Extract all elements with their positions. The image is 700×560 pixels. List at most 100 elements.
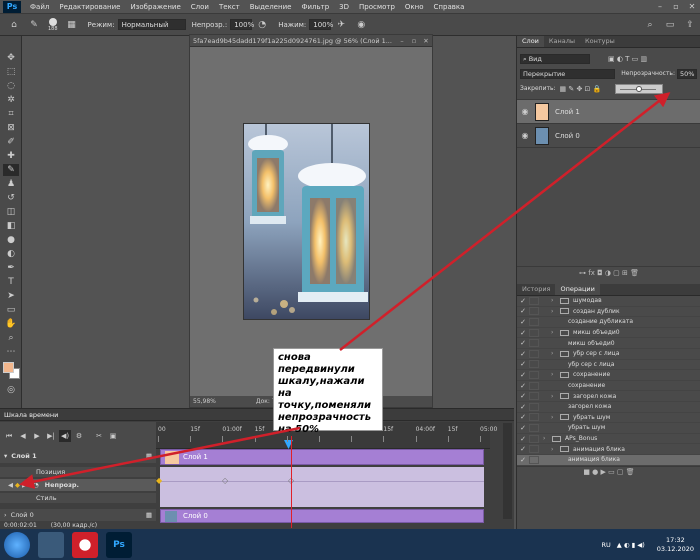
actions-footer-icons[interactable]: ■ ● ▶ ▭ ▢ 🗑 bbox=[583, 468, 634, 476]
stopwatch-icon[interactable]: ◔ bbox=[33, 481, 39, 489]
action-item[interactable]: ✓ анимация блика bbox=[517, 454, 700, 466]
dialog-toggle[interactable] bbox=[529, 445, 539, 454]
layer-kind-filter[interactable]: ⌕ Вид bbox=[520, 53, 590, 64]
expand-caret-icon[interactable]: › bbox=[543, 435, 552, 442]
zoom-level[interactable]: 55,98% bbox=[193, 398, 216, 405]
move-tool-icon[interactable]: ✥ bbox=[3, 52, 19, 64]
menu-item[interactable]: Текст bbox=[214, 3, 245, 11]
dodge-tool-icon[interactable]: ◐ bbox=[3, 248, 19, 260]
keyframe-diamond-icon[interactable]: ◆ bbox=[15, 481, 20, 489]
dialog-toggle[interactable] bbox=[529, 434, 539, 443]
action-item[interactable]: ✓ › загорел кожа bbox=[517, 391, 700, 402]
crop-tool-icon[interactable]: ⌗ bbox=[3, 108, 19, 120]
menu-item[interactable]: Файл bbox=[25, 3, 54, 11]
layer1-clip[interactable]: Слой 1 bbox=[160, 449, 484, 465]
blend-mode-select[interactable]: Перекрытие bbox=[520, 68, 616, 79]
blur-tool-icon[interactable]: ● bbox=[3, 234, 19, 246]
foreground-color-swatch[interactable] bbox=[3, 362, 14, 373]
expand-caret-icon[interactable]: ▾ bbox=[4, 452, 7, 460]
dialog-toggle[interactable] bbox=[529, 413, 539, 422]
prev-keyframe-icon[interactable]: ◀ bbox=[8, 481, 13, 489]
history-brush-icon[interactable]: ↺ bbox=[3, 192, 19, 204]
timeline-position-row[interactable]: Позиция bbox=[0, 467, 156, 477]
dialog-toggle[interactable] bbox=[529, 402, 539, 411]
minimize-icon[interactable]: – bbox=[652, 1, 668, 13]
collapsed-caret-icon[interactable]: › bbox=[4, 511, 7, 519]
check-icon[interactable]: ✓ bbox=[517, 456, 529, 464]
magic-wand-icon[interactable]: ✲ bbox=[3, 94, 19, 106]
action-item[interactable]: ✓ убр сер с лица bbox=[517, 360, 700, 371]
more-tools-icon[interactable]: ⋯ bbox=[3, 346, 19, 358]
check-icon[interactable]: ✓ bbox=[517, 329, 529, 337]
expand-caret-icon[interactable]: › bbox=[551, 414, 560, 421]
check-icon[interactable]: ✓ bbox=[517, 413, 529, 421]
workspace-icon[interactable]: ▭ bbox=[663, 18, 677, 32]
layers-footer-icons[interactable]: ⊶ fx ◘ ◑ ▢ ⊞ 🗑 bbox=[579, 269, 639, 277]
brush-tool-icon[interactable]: ✎ bbox=[27, 18, 41, 32]
layer-row[interactable]: ◉ Слой 1 bbox=[517, 100, 700, 124]
dialog-toggle[interactable] bbox=[529, 307, 539, 316]
check-icon[interactable]: ✓ bbox=[517, 339, 529, 347]
play-icon[interactable]: ▶ bbox=[31, 430, 43, 442]
tab-history[interactable]: История bbox=[517, 284, 555, 295]
clone-stamp-icon[interactable]: ♟ bbox=[3, 178, 19, 190]
dialog-toggle[interactable] bbox=[529, 328, 539, 337]
visibility-eye-icon[interactable]: ◉ bbox=[517, 107, 533, 116]
document-tab[interactable]: 5fa7ead9b45dadd179f1a225d0924761.jpg @ 5… bbox=[190, 35, 432, 47]
marquee-tool-icon[interactable]: ⬚ bbox=[3, 66, 19, 78]
brush-tool-active-icon[interactable]: ✎ bbox=[3, 164, 19, 176]
first-frame-icon[interactable]: ⏮ bbox=[3, 430, 15, 442]
action-item[interactable]: ✓ › анимация блика bbox=[517, 444, 700, 455]
action-item[interactable]: ✓ убрать шум bbox=[517, 423, 700, 434]
check-icon[interactable]: ✓ bbox=[517, 297, 529, 305]
tab-channels[interactable]: Каналы bbox=[544, 36, 580, 47]
quick-mask-icon[interactable]: ◎ bbox=[3, 384, 19, 396]
film-icon[interactable]: ▦ bbox=[146, 511, 152, 519]
language-indicator[interactable]: RU bbox=[602, 541, 611, 549]
photoshop-task-icon[interactable]: Ps bbox=[106, 531, 132, 558]
dialog-toggle[interactable] bbox=[529, 349, 539, 358]
doc-close-icon[interactable]: ✕ bbox=[420, 37, 432, 45]
action-item[interactable]: ✓ сохранение bbox=[517, 381, 700, 392]
next-frame-icon[interactable]: ▶| bbox=[45, 430, 57, 442]
expand-caret-icon[interactable]: › bbox=[551, 371, 560, 378]
dialog-toggle[interactable] bbox=[529, 360, 539, 369]
dialog-toggle[interactable] bbox=[529, 455, 539, 464]
action-item[interactable]: ✓ загорел кожа bbox=[517, 402, 700, 413]
zoom-tool-icon[interactable]: ⌕ bbox=[3, 332, 19, 344]
expand-caret-icon[interactable]: › bbox=[551, 329, 560, 336]
dialog-toggle[interactable] bbox=[529, 370, 539, 379]
menu-item[interactable]: Просмотр bbox=[354, 3, 400, 11]
opacity-slider-thumb[interactable] bbox=[636, 85, 643, 92]
menu-item[interactable]: Выделение bbox=[245, 3, 297, 11]
action-item[interactable]: ✓ › микш объеди0 bbox=[517, 328, 700, 339]
lock-icons[interactable]: ▦ ✎ ✥ ⊡ 🔒 bbox=[560, 85, 602, 93]
check-icon[interactable]: ✓ bbox=[517, 307, 529, 315]
timeline-layer1-header[interactable]: ▾ Слой 1 ▦ bbox=[0, 449, 156, 463]
paint-bucket-icon[interactable]: ◧ bbox=[3, 220, 19, 232]
frame-tool-icon[interactable]: ⊠ bbox=[3, 122, 19, 134]
check-icon[interactable]: ✓ bbox=[517, 424, 529, 432]
action-item[interactable]: ✓ › APs_Bonus bbox=[517, 434, 700, 445]
filter-icons[interactable]: ▣ ◐ T ▭ ▥ bbox=[608, 55, 647, 63]
menu-item[interactable]: Фильтр bbox=[296, 3, 334, 11]
mode-select[interactable]: Нормальный bbox=[117, 19, 186, 30]
menu-item[interactable]: Изображение bbox=[125, 3, 185, 11]
layer1-properties-area[interactable]: ◆ ◇ ◇ bbox=[156, 467, 484, 507]
check-icon[interactable]: ✓ bbox=[517, 371, 529, 379]
check-icon[interactable]: ✓ bbox=[517, 403, 529, 411]
action-item[interactable]: ✓ › сохранение bbox=[517, 370, 700, 381]
tab-actions[interactable]: Операции bbox=[555, 284, 600, 295]
tray-icons[interactable]: ▲ ◐ ▮ ◀) bbox=[617, 541, 645, 549]
split-icon[interactable]: ✂ bbox=[93, 430, 105, 442]
airbrush-icon[interactable]: ✈ bbox=[334, 18, 348, 32]
expand-caret-icon[interactable]: › bbox=[551, 297, 560, 304]
healing-brush-icon[interactable]: ✚ bbox=[3, 150, 19, 162]
action-item[interactable]: ✓ › убрать шум bbox=[517, 413, 700, 424]
check-icon[interactable]: ✓ bbox=[517, 435, 529, 443]
check-icon[interactable]: ✓ bbox=[517, 392, 529, 400]
menu-item[interactable]: Слои bbox=[186, 3, 214, 11]
menu-item[interactable]: 3D bbox=[334, 3, 354, 11]
dialog-toggle[interactable] bbox=[529, 392, 539, 401]
rectangle-tool-icon[interactable]: ▭ bbox=[3, 304, 19, 316]
